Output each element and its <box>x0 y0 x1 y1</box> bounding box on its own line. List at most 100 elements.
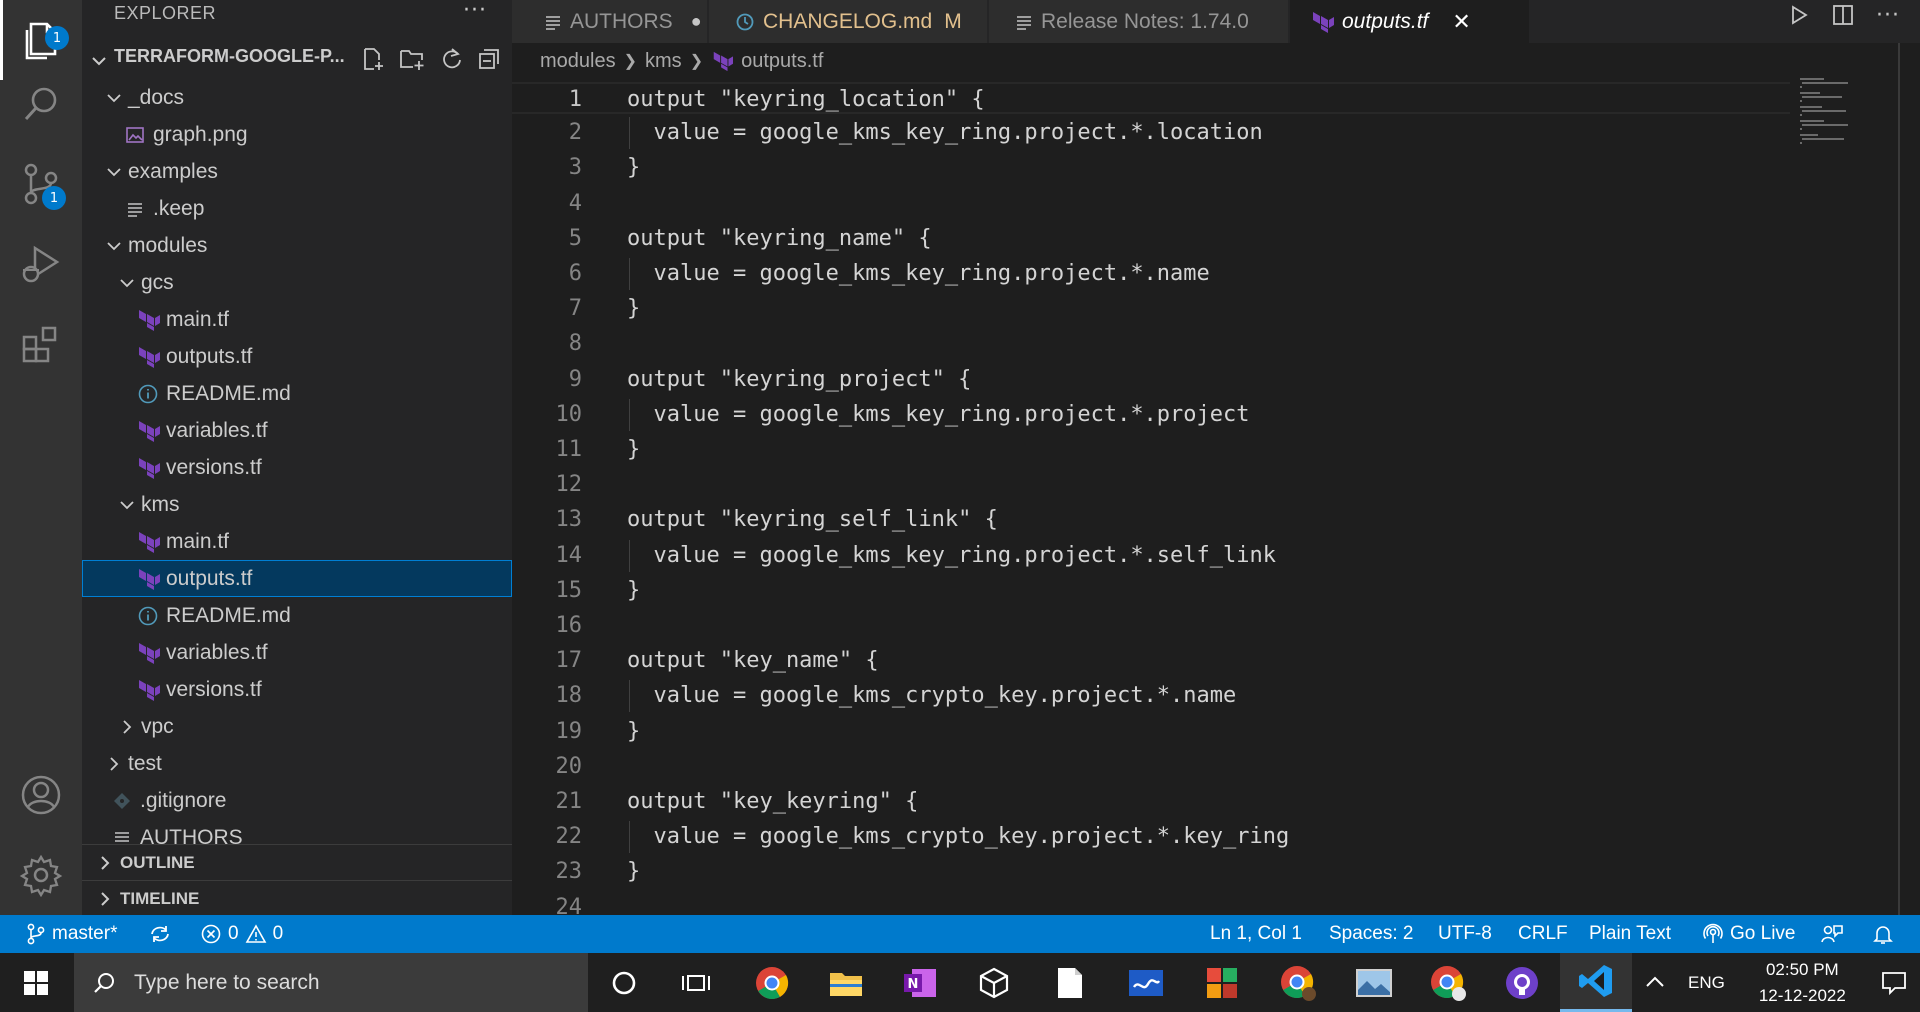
taskbar-photos[interactable] <box>1338 953 1410 1012</box>
tree-folder[interactable]: examples <box>82 153 512 190</box>
start-button[interactable] <box>0 953 72 1012</box>
editor-scrollbar[interactable] <box>1898 43 1900 915</box>
code-line[interactable]: 23} <box>512 856 1790 888</box>
taskbar-chrome[interactable] <box>736 953 808 1012</box>
new-file-icon[interactable] <box>360 46 386 72</box>
tree-folder[interactable]: test <box>82 745 512 782</box>
feedback-button[interactable] <box>1820 915 1844 953</box>
more-actions-icon[interactable]: ··· <box>1876 3 1900 28</box>
code-line[interactable]: 16 <box>512 610 1790 642</box>
taskbar-github-desktop[interactable] <box>1486 953 1558 1012</box>
taskbar-chrome-profile[interactable] <box>1262 953 1334 1012</box>
tab-release-notes[interactable]: Release Notes: 1.74.0 <box>989 0 1289 43</box>
run-debug-activity-button[interactable] <box>0 224 82 304</box>
cortana-button[interactable] <box>588 953 660 1012</box>
outline-section-header[interactable]: OUTLINE <box>82 844 512 880</box>
code-line[interactable]: 12 <box>512 469 1790 501</box>
code-line[interactable]: 8 <box>512 328 1790 360</box>
run-icon[interactable] <box>1788 4 1810 26</box>
tree-file[interactable]: README.md <box>82 375 512 412</box>
taskbar-notepad[interactable] <box>1034 953 1106 1012</box>
tree-file[interactable]: graph.png <box>82 116 512 153</box>
split-editor-icon[interactable] <box>1832 4 1854 26</box>
code-line[interactable]: 2 value = google_kms_key_ring.project.*.… <box>512 117 1790 150</box>
code-line[interactable]: 17 output "key_name" { <box>512 645 1790 677</box>
taskbar-search-box[interactable]: Type here to search <box>74 953 588 1012</box>
tab-outputs-tf[interactable]: outputs.tf ✕ <box>1290 0 1530 43</box>
code-line[interactable]: 14 value = google_kms_key_ring.project.*… <box>512 539 1790 572</box>
code-line[interactable]: 6 value = google_kms_key_ring.project.*.… <box>512 258 1790 290</box>
breadcrumb-item[interactable]: outputs.tf <box>741 50 823 73</box>
tree-file[interactable]: variables.tf <box>82 634 512 671</box>
code-line[interactable]: 19} <box>512 716 1790 748</box>
branch-status[interactable]: master* <box>26 915 117 953</box>
taskbar-file-explorer[interactable] <box>810 953 882 1012</box>
code-line[interactable]: 1 output "keyring_location" { <box>512 82 1790 114</box>
code-line[interactable]: 9 output "keyring_project" { <box>512 364 1790 396</box>
tree-file[interactable]: versions.tf <box>82 671 512 708</box>
timeline-section-header[interactable]: TIMELINE <box>82 880 512 915</box>
project-section-header[interactable]: TERRAFORM-GOOGLE-P... <box>82 44 512 76</box>
breadcrumb-item[interactable]: kms <box>645 50 682 73</box>
explorer-more-button[interactable]: ··· <box>463 0 487 23</box>
eol-status[interactable]: CRLF <box>1518 915 1568 953</box>
code-line[interactable]: 21 output "key_keyring" { <box>512 786 1790 818</box>
collapse-all-icon[interactable] <box>476 46 502 72</box>
tree-file[interactable]: versions.tf <box>82 449 512 486</box>
tree-folder[interactable]: kms <box>82 486 512 523</box>
tree-file[interactable]: .keep <box>82 190 512 227</box>
clock[interactable]: 02:50 PM 12-12-2022 <box>1759 957 1846 1009</box>
code-line[interactable]: 15} <box>512 575 1790 607</box>
code-line[interactable]: 10 value = google_kms_key_ring.project.*… <box>512 398 1790 431</box>
tree-file[interactable]: outputs.tf <box>82 338 512 375</box>
code-line[interactable]: 13 output "keyring_self_link" { <box>512 504 1790 536</box>
code-editor[interactable]: 1 output "keyring_location" {2 value = go… <box>512 82 1790 915</box>
code-line[interactable]: 11} <box>512 434 1790 466</box>
tree-folder[interactable]: vpc <box>82 708 512 745</box>
taskbar-3d-viewer[interactable] <box>958 953 1030 1012</box>
input-language[interactable]: ENG <box>1688 973 1725 993</box>
tree-folder[interactable]: gcs <box>82 264 512 301</box>
language-mode[interactable]: Plain Text <box>1589 915 1671 953</box>
extensions-activity-button[interactable] <box>0 304 82 384</box>
tree-file[interactable]: .gitignore <box>82 782 512 819</box>
tree-file[interactable]: README.md <box>82 597 512 634</box>
code-line[interactable]: 20 <box>512 751 1790 783</box>
manage-activity-button[interactable] <box>0 835 82 915</box>
search-activity-button[interactable] <box>0 64 82 144</box>
tree-file[interactable]: variables.tf <box>82 412 512 449</box>
refresh-icon[interactable] <box>438 46 464 72</box>
action-center-icon[interactable] <box>1880 970 1908 996</box>
notifications-button[interactable] <box>1872 915 1894 953</box>
indentation-status[interactable]: Spaces: 2 <box>1329 915 1414 953</box>
code-line[interactable]: 18 value = google_kms_crypto_key.project… <box>512 680 1790 713</box>
task-view-button[interactable] <box>660 953 732 1012</box>
close-icon[interactable]: ✕ <box>1452 9 1470 35</box>
tab-changelog[interactable]: CHANGELOG.md M <box>709 0 988 43</box>
go-live-button[interactable]: Go Live <box>1702 915 1795 953</box>
chevron-up-icon[interactable] <box>1644 972 1666 994</box>
minimap[interactable] <box>1798 76 1868 146</box>
tree-file[interactable]: outputs.tf <box>82 560 512 597</box>
tab-authors[interactable]: AUTHORS ● <box>512 0 708 43</box>
taskbar-vscode[interactable] <box>1560 953 1632 1012</box>
encoding-status[interactable]: UTF-8 <box>1438 915 1492 953</box>
code-line[interactable]: 24 <box>512 892 1790 915</box>
source-control-activity-button[interactable]: 1 <box>0 144 82 224</box>
new-folder-icon[interactable] <box>398 46 426 72</box>
taskbar-chrome-2[interactable] <box>1412 953 1484 1012</box>
code-line[interactable]: 22 value = google_kms_crypto_key.project… <box>512 821 1790 854</box>
sync-button[interactable] <box>148 915 172 953</box>
taskbar-office[interactable] <box>1186 953 1258 1012</box>
problems-status[interactable]: 0 0 <box>200 915 283 953</box>
cursor-position[interactable]: Ln 1, Col 1 <box>1210 915 1302 953</box>
tree-folder[interactable]: modules <box>82 227 512 264</box>
taskbar-whiteboard[interactable] <box>1110 953 1182 1012</box>
tree-folder[interactable]: _docs <box>82 79 512 116</box>
taskbar-onenote[interactable]: N <box>884 953 956 1012</box>
tree-file[interactable]: main.tf <box>82 523 512 560</box>
code-line[interactable]: 5 output "keyring_name" { <box>512 223 1790 255</box>
code-line[interactable]: 4 <box>512 188 1790 220</box>
code-line[interactable]: 3} <box>512 152 1790 184</box>
accounts-activity-button[interactable] <box>0 755 82 835</box>
